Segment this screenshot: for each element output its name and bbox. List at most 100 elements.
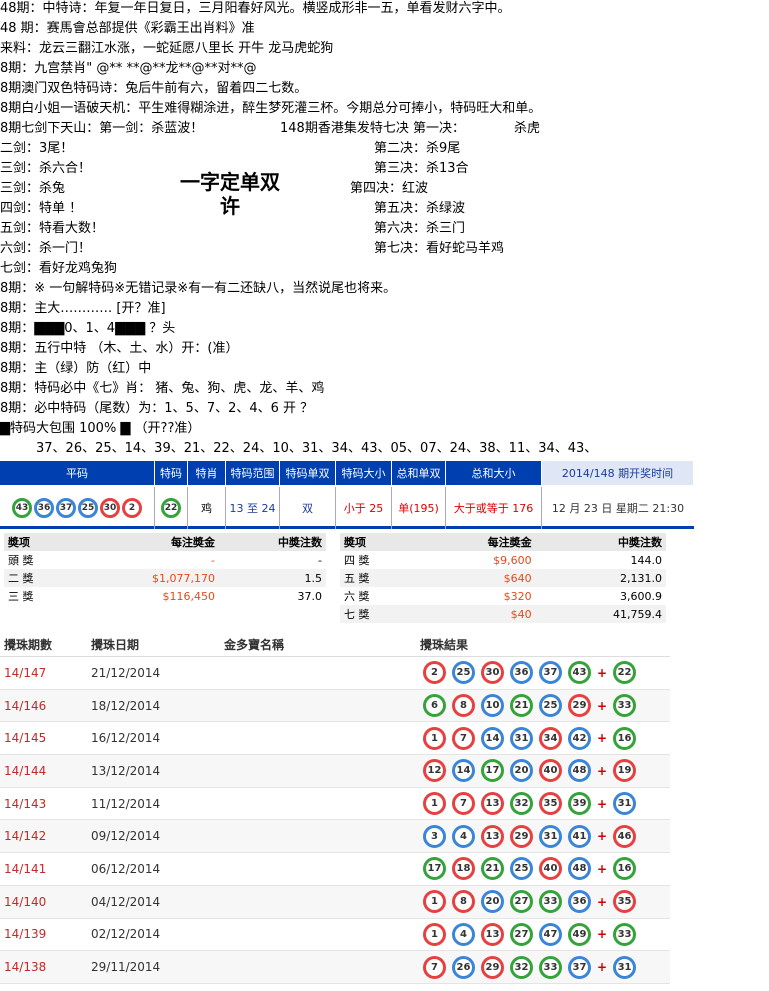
draw-date: 04/12/2014 bbox=[91, 894, 161, 909]
val-ds: 双 bbox=[280, 487, 336, 529]
prize-cell: 六 獎 bbox=[340, 587, 417, 605]
prize-cell: - bbox=[218, 551, 326, 569]
prize-cell: 37.0 bbox=[218, 587, 326, 605]
plus-icon: + bbox=[597, 927, 608, 942]
prize-row: 三 獎 $116,450 37.0 bbox=[4, 587, 326, 605]
number-ball: 20 bbox=[510, 759, 533, 783]
number-ball: 27 bbox=[510, 922, 533, 946]
number-ball: 20 bbox=[481, 890, 504, 914]
plus-icon: + bbox=[597, 894, 608, 909]
prize-cell: $40 bbox=[416, 605, 536, 623]
plus-icon: + bbox=[597, 960, 608, 975]
number-ball: 33 bbox=[613, 922, 637, 946]
draw-row: 14/147 21/12/2014 2 25 30 36 37 43 +22 bbox=[0, 657, 670, 690]
prize-cell: 41,759.4 bbox=[535, 605, 666, 623]
prize-row: 頭 獎-- bbox=[4, 551, 326, 569]
number-ball: 36 bbox=[510, 661, 533, 685]
number-ball: 31 bbox=[613, 955, 637, 979]
prize-cell: $640 bbox=[416, 569, 536, 587]
draw-balls: 1 7 14 31 34 42 +16 bbox=[420, 726, 639, 750]
forecast-line: 8期：五行中特 （木、土、水）开：(准） bbox=[0, 341, 239, 356]
col-range: 特码范围 bbox=[226, 461, 280, 485]
forecast-line: 五剑：特看大数！ bbox=[0, 221, 105, 236]
number-ball: 35 bbox=[613, 890, 637, 914]
draw-row: 14/144 13/12/2014 12 14 17 20 40 48 +19 bbox=[0, 755, 670, 788]
prize-cell: 頭 獎 bbox=[4, 551, 73, 569]
forecast-line: 8期：主大………… [开？准] bbox=[0, 301, 166, 316]
number-ball: 41 bbox=[568, 824, 591, 848]
forecast-line: 8期：主（绿）防（红）中 bbox=[0, 361, 152, 376]
number-ball: 18 bbox=[452, 857, 475, 881]
val-hdx: 大于或等于 176 bbox=[446, 487, 542, 529]
prize-table-right: 奬项 每注奬金 中奬注数 四 獎 $9,600 144.0 五 獎 $640 2,131.0 六… bbox=[340, 533, 666, 623]
number-ball: 10 bbox=[481, 694, 504, 718]
draw-balls: 1 4 13 27 47 49 +33 bbox=[420, 922, 639, 946]
number-ball: 27 bbox=[510, 890, 533, 914]
number-ball: 7 bbox=[452, 726, 475, 750]
draw-number: 14/138 bbox=[4, 960, 47, 975]
draw-date: 09/12/2014 bbox=[91, 829, 161, 844]
prize-table-left: 奬项 每注奬金 中奬注数 頭 獎--二 獎 $1,077,170 1.5 三 獎 $116,… bbox=[4, 533, 326, 605]
right-first: 杀虎 bbox=[514, 121, 541, 136]
prize-cell: $1,077,170 bbox=[72, 569, 219, 587]
number-ball: 31 bbox=[613, 792, 637, 816]
right-line: 第五决：杀绿波 bbox=[374, 201, 466, 216]
col-dx: 特码大小 bbox=[336, 461, 392, 485]
number-ball: 21 bbox=[481, 857, 504, 881]
number-ball: 14 bbox=[481, 726, 504, 750]
number-ball: 25 bbox=[78, 498, 98, 518]
right-line: 第二决：杀9尾 bbox=[374, 141, 461, 156]
plus-icon: + bbox=[597, 796, 608, 811]
number-ball: 12 bbox=[423, 759, 446, 783]
special-ball: 22 bbox=[155, 487, 188, 529]
number-ball: 37 bbox=[56, 498, 76, 518]
prize-row: 五 獎 $640 2,131.0 bbox=[340, 569, 666, 587]
forecast-line: ▇特码大包围 100% ▇ （开??准） bbox=[0, 421, 201, 436]
number-ball: 48 bbox=[568, 759, 591, 783]
draw-number: 14/142 bbox=[4, 829, 47, 844]
prize-cell: 2,131.0 bbox=[535, 569, 666, 587]
number-ball: 21 bbox=[510, 694, 533, 718]
big-text: 一字定单双 许 bbox=[180, 170, 280, 218]
draw-number: 14/146 bbox=[4, 698, 47, 713]
draw-date: 18/12/2014 bbox=[91, 698, 161, 713]
forecast-line: 8期七剑下天山：第一剑：杀蓝波！ bbox=[0, 121, 204, 136]
number-ball: 19 bbox=[613, 759, 637, 783]
number-ball: 13 bbox=[481, 922, 504, 946]
draw-number: 14/144 bbox=[4, 763, 47, 778]
prize-cell: 144.0 bbox=[535, 551, 666, 569]
number-ball: 43 bbox=[12, 498, 32, 518]
number-ball: 1 bbox=[423, 726, 446, 750]
forecast-line: 8期：※ 一句解特码※无错记录※有一有二还缺八，当然说尾也将来。 bbox=[0, 281, 397, 296]
number-ball: 39 bbox=[568, 792, 591, 816]
number-ball: 8 bbox=[452, 890, 475, 914]
number-ball: 36 bbox=[34, 498, 54, 518]
number-ball: 22 bbox=[613, 661, 637, 685]
plus-icon: + bbox=[597, 731, 608, 746]
number-ball: 14 bbox=[452, 759, 475, 783]
draw-row: 14/142 09/12/2014 3 4 13 29 31 41 +46 bbox=[0, 820, 670, 854]
forecast-line: 8期：必中特码（尾数）为：1、5、7、2、4、6 开 ？ bbox=[0, 401, 314, 416]
prize-row: 四 獎 $9,600 144.0 bbox=[340, 551, 666, 569]
forecast-line: 七剑：看好龙鸡兔狗 bbox=[0, 261, 118, 276]
prize-cell: 四 獎 bbox=[340, 551, 417, 569]
right-line: 第四决：红波 bbox=[350, 181, 429, 196]
draw-number: 14/147 bbox=[4, 665, 47, 680]
number-ball: 46 bbox=[613, 824, 637, 848]
draw-balls: 7 26 29 32 33 37 +31 bbox=[420, 955, 639, 979]
number-ball: 26 bbox=[452, 955, 475, 979]
draw-balls: 17 18 21 25 40 48 +16 bbox=[420, 857, 639, 881]
val-range: 13 至 24 bbox=[226, 487, 280, 529]
draw-date: 13/12/2014 bbox=[91, 763, 161, 778]
forecast-line: 三剑：杀兔 bbox=[0, 181, 66, 196]
draw-table-header: 攪珠期數 攪珠日期 金多寶名稱 攪珠結果 bbox=[0, 633, 670, 657]
right-line: 第六决：杀三门 bbox=[374, 221, 466, 236]
draw-row: 14/138 29/11/2014 7 26 29 32 33 37 +31 bbox=[0, 951, 670, 984]
number-ball: 29 bbox=[568, 694, 591, 718]
draw-balls: 2 25 30 36 37 43 +22 bbox=[420, 661, 639, 685]
draw-date: 29/11/2014 bbox=[91, 960, 161, 975]
number-ball: 34 bbox=[539, 726, 562, 750]
number-ball: 16 bbox=[613, 726, 637, 750]
forecast-line: 六剑：杀一门！ bbox=[0, 241, 92, 256]
forecast-line: 二剑：3尾！ bbox=[0, 141, 74, 156]
